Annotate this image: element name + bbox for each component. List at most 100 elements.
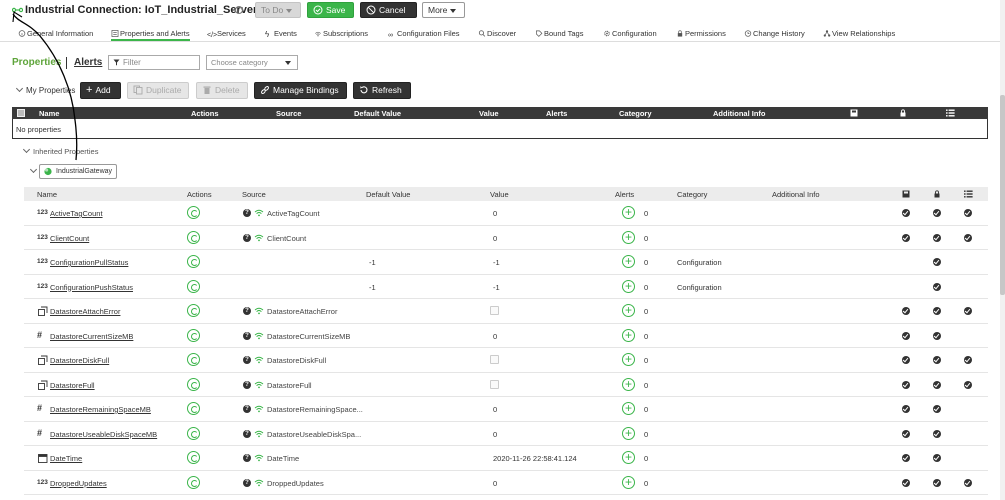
industrial-gateway-badge[interactable]: IndustrialGateway (39, 164, 118, 179)
refresh-action-icon[interactable] (187, 230, 200, 244)
refresh-action-icon[interactable] (187, 255, 200, 268)
column-default-value[interactable]: Default Value (366, 190, 410, 199)
question-icon[interactable]: ? (243, 405, 251, 413)
table-row[interactable]: 123 ConfigurationPullStatus -1 -1 +0 Configur… (24, 250, 988, 275)
property-name-link[interactable]: DatastoreRemainingSpaceMB (50, 405, 151, 414)
add-alert-icon[interactable]: + (622, 475, 635, 489)
property-name-link[interactable]: ClientCount (50, 234, 89, 243)
tab-change-history[interactable]: Change History (744, 29, 805, 38)
table-row[interactable]: DatastoreDiskFull? DatastoreDiskFull +0 (24, 348, 988, 373)
table-row[interactable]: DatastoreAttachError? DatastoreAttachErro… (24, 299, 988, 324)
add-alert-icon[interactable]: + (622, 255, 635, 268)
duplicate-button[interactable]: Duplicate (127, 82, 189, 99)
table-row[interactable]: 123 ActiveTagCount? ActiveTagCount 0 +0 (24, 201, 988, 226)
my-properties-toggle[interactable]: My Properties (15, 84, 75, 95)
question-icon[interactable]: ? (243, 429, 251, 438)
property-name-link[interactable]: DatastoreFull (50, 381, 95, 390)
chevron-down-icon[interactable] (29, 165, 38, 174)
refresh-action-icon[interactable] (187, 426, 200, 440)
tab-general-information[interactable]: General Information (18, 29, 93, 38)
column-name[interactable]: Name (37, 190, 57, 199)
select-all-checkbox[interactable] (17, 109, 25, 117)
question-icon[interactable]: ? (243, 478, 251, 487)
tab-properties-and-alerts[interactable]: Properties and Alerts (111, 29, 190, 41)
column-name[interactable]: Name (39, 109, 59, 118)
manage-bindings-button[interactable]: Manage Bindings (254, 82, 347, 99)
table-row[interactable]: 123 ConfigurationPushStatus -1 -1 +0 Configur… (24, 275, 988, 299)
property-name-link[interactable]: ActiveTagCount (50, 209, 103, 218)
add-alert-icon[interactable]: + (622, 279, 635, 293)
refresh-action-icon[interactable] (187, 304, 200, 317)
add-button[interactable]: + Add (80, 82, 121, 99)
column-value[interactable]: Value (479, 109, 499, 118)
refresh-action-icon[interactable] (187, 475, 200, 489)
add-alert-icon[interactable]: + (622, 377, 635, 391)
refresh-action-icon[interactable] (187, 206, 200, 219)
tab-configuration[interactable]: Configuration (603, 29, 657, 38)
question-icon[interactable]: ? (243, 331, 251, 340)
tab-configuration-files[interactable]: ∞ Configuration Files (388, 29, 460, 39)
question-icon[interactable]: ? (243, 380, 251, 389)
delete-button[interactable]: Delete (196, 82, 248, 99)
property-name-link[interactable]: DatastoreDiskFull (50, 356, 109, 365)
inherited-properties-toggle[interactable]: Inherited Properties (22, 145, 98, 156)
property-name-link[interactable]: DatastoreAttachError (50, 307, 120, 316)
table-row[interactable]: # DatastoreUseableDiskSpaceMB? DatastoreUs… (24, 422, 988, 446)
add-alert-icon[interactable]: + (622, 304, 635, 317)
tab-events[interactable]: ϟ Events (265, 29, 297, 39)
state-dropdown[interactable]: To Do (255, 2, 301, 18)
column-default-value[interactable]: Default Value (354, 109, 401, 118)
refresh-action-icon[interactable] (187, 402, 200, 415)
refresh-action-icon[interactable] (187, 451, 200, 464)
refresh-button[interactable]: Refresh (353, 82, 411, 99)
add-alert-icon[interactable]: + (622, 353, 635, 366)
property-name-link[interactable]: DateTime (50, 454, 82, 463)
add-alert-icon[interactable]: + (622, 230, 635, 244)
tab-discover[interactable]: Discover (478, 29, 516, 38)
column-category[interactable]: Category (677, 190, 707, 199)
question-icon[interactable]: ? (243, 209, 251, 217)
refresh-action-icon[interactable] (187, 279, 200, 293)
tab-services[interactable]: </>Services (207, 29, 246, 39)
table-row[interactable]: DatastoreFull? DatastoreFull +0 (24, 373, 988, 397)
question-icon[interactable]: ? (243, 356, 251, 364)
property-name-link[interactable]: ConfigurationPushStatus (50, 283, 133, 292)
add-alert-icon[interactable]: + (622, 206, 635, 219)
add-alert-icon[interactable]: + (622, 328, 635, 342)
column-source[interactable]: Source (242, 190, 266, 199)
column-category[interactable]: Category (619, 109, 652, 118)
help-icon[interactable]: ? (235, 6, 243, 14)
refresh-action-icon[interactable] (187, 377, 200, 391)
subtab-properties[interactable]: Properties (12, 57, 61, 68)
save-button[interactable]: Save (307, 2, 354, 18)
column-source[interactable]: Source (276, 109, 301, 118)
add-alert-icon[interactable]: + (622, 451, 635, 464)
table-row[interactable]: DateTime? DateTime 2020-11-26 22:58:41.124… (24, 446, 988, 471)
property-name-link[interactable]: DatastoreCurrentSizeMB (50, 332, 133, 341)
filter-input[interactable]: Filter (108, 55, 200, 70)
cancel-button[interactable]: Cancel (360, 2, 417, 18)
table-row[interactable]: # DatastoreCurrentSizeMB? DatastoreCurrent… (24, 324, 988, 348)
tab-permissions[interactable]: Permissions (676, 29, 726, 38)
table-row[interactable]: # DatastoreRemainingSpaceMB? DatastoreRema… (24, 397, 988, 422)
category-select[interactable]: Choose category (206, 55, 298, 70)
more-dropdown[interactable]: More (422, 2, 465, 18)
property-name-link[interactable]: ConfigurationPullStatus (50, 258, 128, 267)
table-row[interactable]: 123 DroppedUpdates? DroppedUpdates 0 +0 (24, 471, 988, 495)
property-name-link[interactable]: DroppedUpdates (50, 479, 107, 488)
add-alert-icon[interactable]: + (622, 402, 635, 415)
table-row[interactable]: 123 ClientCount? ClientCount 0 +0 (24, 226, 988, 250)
property-name-link[interactable]: DatastoreUseableDiskSpaceMB (50, 430, 157, 439)
question-icon[interactable]: ? (243, 307, 251, 315)
tab-subscriptions[interactable]: Subscriptions (314, 29, 368, 38)
add-alert-icon[interactable]: + (622, 426, 635, 440)
question-icon[interactable]: ? (243, 454, 251, 462)
column-value[interactable]: Value (490, 190, 509, 199)
scrollbar-thumb[interactable] (1000, 95, 1005, 295)
tab-bound-tags[interactable]: Bound Tags (535, 29, 583, 38)
refresh-action-icon[interactable] (187, 328, 200, 342)
refresh-action-icon[interactable] (187, 353, 200, 366)
subtab-alerts[interactable]: Alerts (74, 57, 102, 68)
question-icon[interactable]: ? (243, 233, 251, 242)
tab-view-relationships[interactable]: View Relationships (823, 29, 895, 38)
